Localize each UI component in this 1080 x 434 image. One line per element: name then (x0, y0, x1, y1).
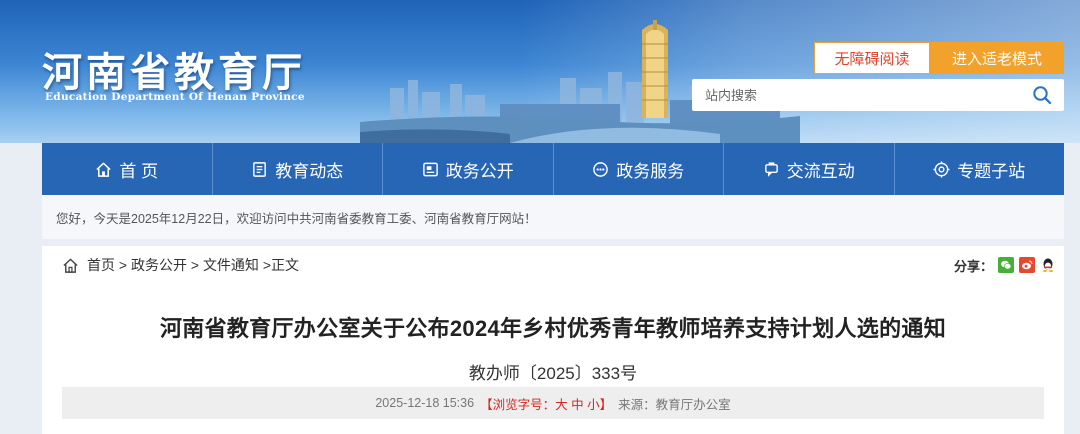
nav-item-label: 首 页 (119, 161, 159, 181)
breadcrumb-notices-link[interactable]: 文件通知 (203, 255, 259, 275)
share-bar: 分享： (954, 246, 1056, 284)
weibo-icon[interactable] (1019, 257, 1035, 273)
search-input[interactable] (692, 79, 1022, 111)
qq-icon[interactable] (1040, 257, 1056, 273)
font-size-large-link[interactable]: 大 (555, 398, 568, 412)
nav-item-home[interactable]: 首 页 (42, 143, 213, 195)
breadcrumb-separator: > (258, 257, 272, 273)
share-label: 分享： (953, 258, 993, 274)
font-size-switcher: 【浏览字号：大 中 小】 (480, 394, 612, 413)
font-size-medium-link[interactable]: 中 (571, 398, 584, 412)
site-logo-title[interactable]: 河南省教育厅 (42, 40, 306, 98)
article-panel: 河南省教育厅办公室关于公布2024年乡村优秀青年教师培养支持计划人选的通知 教办… (42, 284, 1064, 434)
breadcrumb: 首页 > 政务公开 > 文件通知 > 正文 (62, 246, 299, 284)
breadcrumb-current: 正文 (271, 257, 300, 273)
breadcrumb-home-link[interactable]: 首页 (87, 255, 115, 275)
nav-item-subsite[interactable]: 专题子站 (895, 143, 1065, 195)
breadcrumb-separator: > (186, 257, 203, 273)
subsite-icon (933, 160, 950, 178)
nav-item-interaction[interactable]: 交流互动 (724, 143, 895, 195)
welcome-text: 您好，今天是2025年12月22日，欢迎访问中共河南省委教育工委、河南省教育厅网… (56, 211, 537, 226)
nav-item-label: 专题子站 (957, 161, 1026, 181)
breadcrumb-gov-open-link[interactable]: 政务公开 (131, 255, 187, 275)
news-icon (253, 161, 267, 177)
gov-open-icon (422, 162, 438, 176)
nav-item-label: 政务公开 (445, 161, 514, 181)
breadcrumb-bar: 首页 > 政务公开 > 文件通知 > 正文 分享： (42, 246, 1064, 284)
search-icon[interactable] (1032, 85, 1052, 105)
nav-item-news[interactable]: 教育动态 (213, 143, 383, 195)
nav-item-label: 政务服务 (616, 161, 685, 181)
nav-item-gov-open[interactable]: 政务公开 (383, 143, 554, 195)
nav-item-gov-service[interactable]: 政务服务 (554, 143, 724, 195)
article-meta-bar: 2025-12-18 15:36 【浏览字号：大 中 小】 来源：教育厅办公室 (62, 387, 1044, 419)
wechat-icon[interactable] (998, 257, 1014, 273)
breadcrumb-separator: > (115, 257, 131, 273)
article-source: 来源：教育厅办公室 (618, 397, 731, 412)
nav-item-label: 交流互动 (786, 161, 855, 181)
site-logo-subtitle: Education Department Of Henan Province (45, 91, 305, 103)
welcome-bar: 您好，今天是2025年12月22日，欢迎访问中共河南省委教育工委、河南省教育厅网… (42, 195, 1064, 239)
service-icon (593, 161, 609, 177)
nav-item-label: 教育动态 (275, 161, 344, 181)
accessible-reading-button[interactable]: 无障碍阅读 (814, 42, 930, 74)
interaction-icon (764, 161, 778, 177)
font-size-label: 【浏览字号： (480, 397, 556, 412)
document-number: 教办师〔2025〕333号 (468, 364, 638, 383)
font-size-small-link[interactable]: 小 (587, 398, 600, 412)
elder-mode-button[interactable]: 进入适老模式 (930, 42, 1064, 74)
main-nav: 首 页 教育动态 政务公开 政务服务 交流互动 专题子站 (42, 143, 1064, 195)
site-search-box (692, 79, 1064, 111)
font-size-label-close: 】 (599, 397, 613, 412)
home-icon (63, 258, 78, 273)
publish-datetime: 2025-12-18 15:36 (375, 396, 475, 410)
article-title: 河南省教育厅办公室关于公布2024年乡村优秀青年教师培养支持计划人选的通知 (159, 316, 947, 341)
home-icon (96, 162, 112, 177)
site-header: 河南省教育厅 Education Department Of Henan Pro… (0, 0, 1080, 143)
city-skyline-image (360, 20, 800, 143)
